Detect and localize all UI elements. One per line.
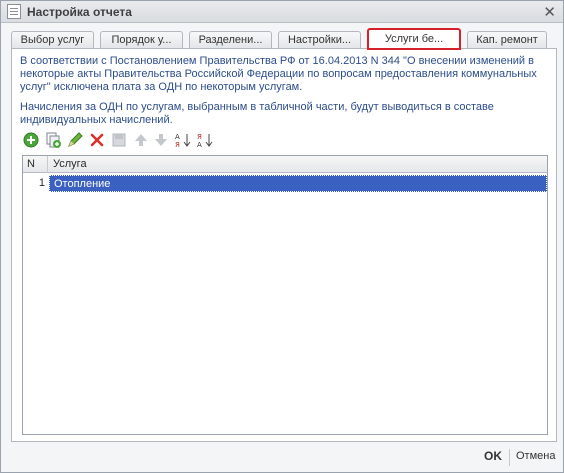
tab-services-without-odn[interactable]: Услуги бе...	[367, 28, 461, 50]
tab-order[interactable]: Порядок у...	[100, 31, 183, 49]
add-icon[interactable]	[22, 131, 40, 149]
title-bar: Настройка отчета ✕	[1, 1, 563, 23]
row-number: 1	[23, 175, 48, 192]
cancel-button[interactable]: Отмена	[516, 450, 555, 462]
move-down-icon	[152, 131, 170, 149]
window-title: Настройка отчета	[27, 5, 132, 19]
table-row[interactable]: 1 Отопление	[23, 175, 547, 192]
sort-asc-icon[interactable]: AЯ	[174, 131, 192, 149]
footer-divider	[509, 449, 510, 466]
document-icon	[7, 4, 21, 19]
close-icon[interactable]: ✕	[543, 3, 556, 21]
delete-icon[interactable]	[88, 131, 106, 149]
column-header-service[interactable]: Услуга	[49, 156, 87, 173]
info-paragraph-1: В соответствии с Постановлением Правител…	[20, 55, 537, 93]
svg-text:Я: Я	[175, 141, 180, 149]
tab-settings[interactable]: Настройки...	[278, 31, 361, 49]
tab-content-panel: В соответствии с Постановлением Правител…	[11, 48, 557, 442]
copy-icon[interactable]	[44, 131, 62, 149]
info-paragraph-2: Начисления за ОДН по услугам, выбранным …	[20, 101, 494, 126]
row-service[interactable]: Отопление	[49, 175, 547, 192]
tab-service-selection[interactable]: Выбор услуг	[11, 31, 94, 49]
svg-text:Я: Я	[197, 133, 202, 141]
svg-text:A: A	[175, 133, 180, 141]
report-settings-window: Настройка отчета ✕ Выбор услуг Порядок у…	[0, 0, 564, 473]
edit-icon[interactable]	[66, 131, 84, 149]
end-edit-icon	[110, 131, 128, 149]
move-up-icon	[132, 131, 150, 149]
services-table: N Услуга 1 Отопление	[22, 155, 548, 435]
tab-strip: Выбор услуг Порядок у... Разделени... На…	[11, 28, 557, 50]
sort-desc-icon[interactable]: ЯA	[196, 131, 214, 149]
tab-capital-repair[interactable]: Кап. ремонт	[467, 31, 547, 49]
column-header-n[interactable]: N	[23, 156, 48, 173]
ok-button[interactable]: OK	[484, 449, 502, 463]
table-header: N Услуга	[23, 156, 547, 173]
info-text: В соответствии с Постановлением Правител…	[20, 55, 548, 134]
tab-division[interactable]: Разделени...	[189, 31, 272, 49]
svg-text:A: A	[197, 141, 202, 149]
